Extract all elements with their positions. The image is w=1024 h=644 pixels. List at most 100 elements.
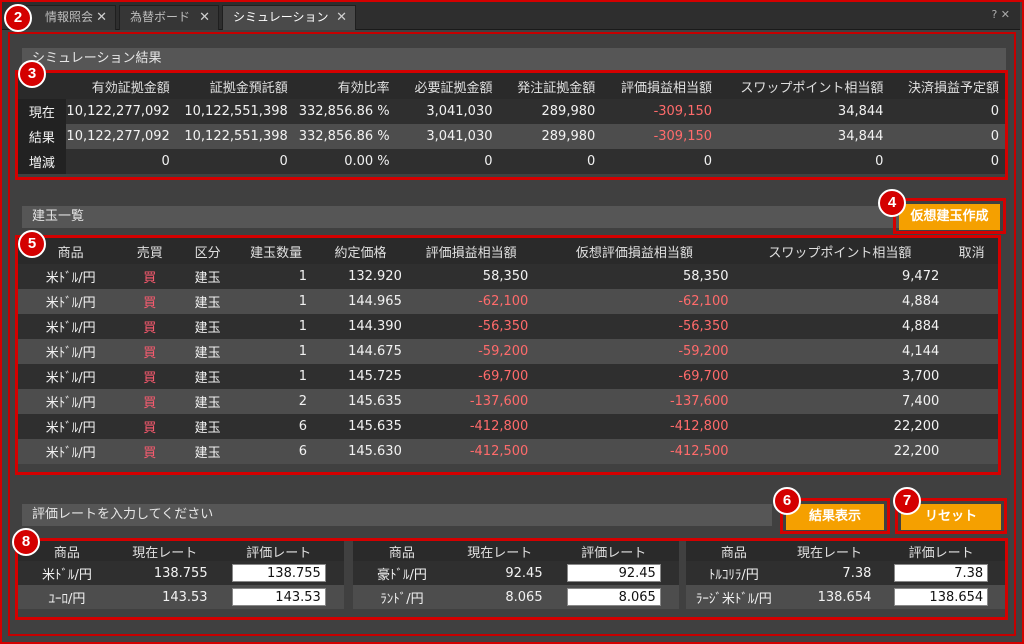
tab-simulation[interactable]: シミュレーション ✕ <box>222 5 356 30</box>
tab-info[interactable]: 情報照会 ✕ <box>26 5 116 30</box>
rate-eval-cell: 143.53 <box>213 585 344 609</box>
badge-5: 5 <box>18 230 46 258</box>
position-cell-pl: -412,500 <box>407 439 535 464</box>
table-row[interactable]: 米ﾄﾞﾙ/円買建玉 1 144.390 -56,350 -56,350 4,884 <box>18 314 998 339</box>
position-cell-product: 米ﾄﾞﾙ/円 <box>18 314 124 339</box>
position-cell-swap: 4,144 <box>734 339 946 364</box>
position-cell-cancel[interactable] <box>945 439 998 464</box>
sim-column-header: 発注証拠金額 <box>498 73 602 99</box>
position-cell-pl: -137,600 <box>407 389 535 414</box>
window-controls-icon[interactable]: ? ✕ <box>991 8 1010 21</box>
rate-column-header: 商品 <box>353 541 451 561</box>
position-cell-cancel[interactable] <box>945 314 998 339</box>
sim-cell: 10,122,277,092 <box>65 99 176 124</box>
table-row[interactable]: 米ﾄﾞﾙ/円買建玉 1 145.725 -69,700 -69,700 3,700 <box>18 364 998 389</box>
position-cell-type: 建玉 <box>176 314 240 339</box>
position-cell-vpl: -412,500 <box>534 439 735 464</box>
position-cell-side: 買 <box>123 289 177 314</box>
sim-cell: 0 <box>889 149 1005 174</box>
section-title-positions: 建玉一覧 <box>22 206 900 228</box>
sim-column-header: 有効証拠金額 <box>65 73 176 99</box>
table-row[interactable]: 米ﾄﾞﾙ/円買建玉 1 144.965 -62,100 -62,100 4,884 <box>18 289 998 314</box>
sim-column-header: スワップポイント相当額 <box>718 73 890 99</box>
tab-fx-board[interactable]: 為替ボード ✕ <box>119 5 219 30</box>
position-cell-vpl: -137,600 <box>534 389 735 414</box>
position-cell-product: 米ﾄﾞﾙ/円 <box>18 264 124 289</box>
sim-cell: 332,856.86 % <box>293 124 396 149</box>
rate-table: 商品 現在レート 評価レート 米ﾄﾞﾙ/円 138.755 138.755 ﾕｰﾛ/円 143… <box>18 541 344 609</box>
position-column-header: 売買 <box>123 238 177 264</box>
rate-eval-cell: 138.755 <box>213 561 344 585</box>
create-virtual-position-button[interactable]: 仮想建玉作成 <box>899 204 1000 230</box>
sim-cell: 10,122,277,092 <box>65 124 176 149</box>
position-cell-type: 建玉 <box>176 364 240 389</box>
sim-cell: 10,122,551,398 <box>175 124 294 149</box>
position-cell-side: 買 <box>123 414 177 439</box>
positions-box: 商品 売買 区分 建玉数量 約定価格 評価損益相当額 仮想評価損益相当額 スワップポイント相当… <box>15 235 1001 475</box>
position-cell-cancel[interactable] <box>945 364 998 389</box>
table-row[interactable]: 米ﾄﾞﾙ/円買建玉 2 145.635 -137,600 -137,600 7,400 <box>18 389 998 414</box>
position-cell-pl: -412,800 <box>407 414 535 439</box>
eval-rate-input[interactable]: 138.755 <box>231 564 326 582</box>
sim-cell: 0.00 % <box>293 149 396 174</box>
position-cell-type: 建玉 <box>176 264 240 289</box>
rate-row: 豪ﾄﾞﾙ/円 92.45 92.45 <box>353 561 679 585</box>
position-cell-cancel[interactable] <box>945 389 998 414</box>
table-row[interactable]: 米ﾄﾞﾙ/円買建玉 1 132.920 58,350 58,350 9,472 <box>18 264 998 289</box>
position-cell-vpl: -56,350 <box>534 314 735 339</box>
rate-product: ﾕｰﾛ/円 <box>18 585 116 609</box>
sim-row-label: 増減 <box>18 149 66 174</box>
rate-current: 92.45 <box>450 561 549 585</box>
rate-eval-cell: 7.38 <box>877 561 1005 585</box>
sim-row-label: 現在 <box>18 99 66 124</box>
position-cell-side: 買 <box>123 264 177 289</box>
position-cell-price: 144.965 <box>313 289 408 314</box>
eval-rate-input[interactable]: 8.065 <box>566 588 661 606</box>
sim-cell: 10,122,551,398 <box>175 99 294 124</box>
sim-cell: 0 <box>175 149 294 174</box>
rate-product: ﾗｰｼﾞ米ﾄﾞﾙ/円 <box>686 585 782 609</box>
rate-current: 7.38 <box>781 561 878 585</box>
sim-row: 増減 0 0 0.00 % 0 0 0 0 0 <box>18 149 1005 174</box>
position-cell-cancel[interactable] <box>945 414 998 439</box>
position-cell-qty: 1 <box>239 264 314 289</box>
table-row[interactable]: 米ﾄﾞﾙ/円買建玉 1 144.675 -59,200 -59,200 4,144 <box>18 339 998 364</box>
position-cell-price: 145.635 <box>313 414 408 439</box>
position-cell-side: 買 <box>123 339 177 364</box>
sim-column-header: 評価損益相当額 <box>601 73 719 99</box>
position-cell-product: 米ﾄﾞﾙ/円 <box>18 439 124 464</box>
position-cell-cancel[interactable] <box>945 289 998 314</box>
rate-row: ﾄﾙｺﾘﾗ/円 7.38 7.38 <box>686 561 1005 585</box>
position-cell-type: 建玉 <box>176 289 240 314</box>
position-cell-swap: 7,400 <box>734 389 946 414</box>
eval-rate-input[interactable]: 7.38 <box>894 564 989 582</box>
position-cell-side: 買 <box>123 364 177 389</box>
rate-current: 138.755 <box>115 561 214 585</box>
sim-row: 結果 10,122,277,092 10,122,551,398 332,856.86… <box>18 124 1005 149</box>
position-cell-vpl: -69,700 <box>534 364 735 389</box>
rate-table: 商品 現在レート 評価レート 豪ﾄﾞﾙ/円 92.45 92.45 ﾗﾝﾄﾞ/円 8.065 8… <box>353 541 679 609</box>
badge-8: 8 <box>12 528 40 556</box>
close-icon[interactable]: ✕ <box>199 6 210 29</box>
position-cell-qty: 1 <box>239 339 314 364</box>
position-cell-price: 144.675 <box>313 339 408 364</box>
badge-2: 2 <box>4 4 32 32</box>
rate-column-header: 現在レート <box>450 541 549 561</box>
table-row[interactable]: 米ﾄﾞﾙ/円買建玉 6 145.635 -412,800 -412,800 22,200 <box>18 414 998 439</box>
eval-rate-input[interactable]: 92.45 <box>566 564 661 582</box>
eval-rate-input[interactable]: 138.654 <box>894 588 989 606</box>
position-cell-type: 建玉 <box>176 439 240 464</box>
position-cell-swap: 22,200 <box>734 439 946 464</box>
table-row[interactable]: 米ﾄﾞﾙ/円買建玉 6 145.630 -412,500 -412,500 22,200 <box>18 439 998 464</box>
position-cell-swap: 22,200 <box>734 414 946 439</box>
position-cell-swap: 9,472 <box>734 264 946 289</box>
position-column-header: 取消 <box>945 238 998 264</box>
sim-column-header: 証拠金預託額 <box>175 73 294 99</box>
show-result-button[interactable]: 結果表示 <box>786 504 884 530</box>
position-cell-cancel[interactable] <box>945 339 998 364</box>
sim-column-header: 必要証拠金額 <box>395 73 499 99</box>
close-icon[interactable]: ✕ <box>96 6 107 29</box>
eval-rate-input[interactable]: 143.53 <box>231 588 326 606</box>
close-icon[interactable]: ✕ <box>336 6 347 29</box>
position-cell-cancel[interactable] <box>945 264 998 289</box>
